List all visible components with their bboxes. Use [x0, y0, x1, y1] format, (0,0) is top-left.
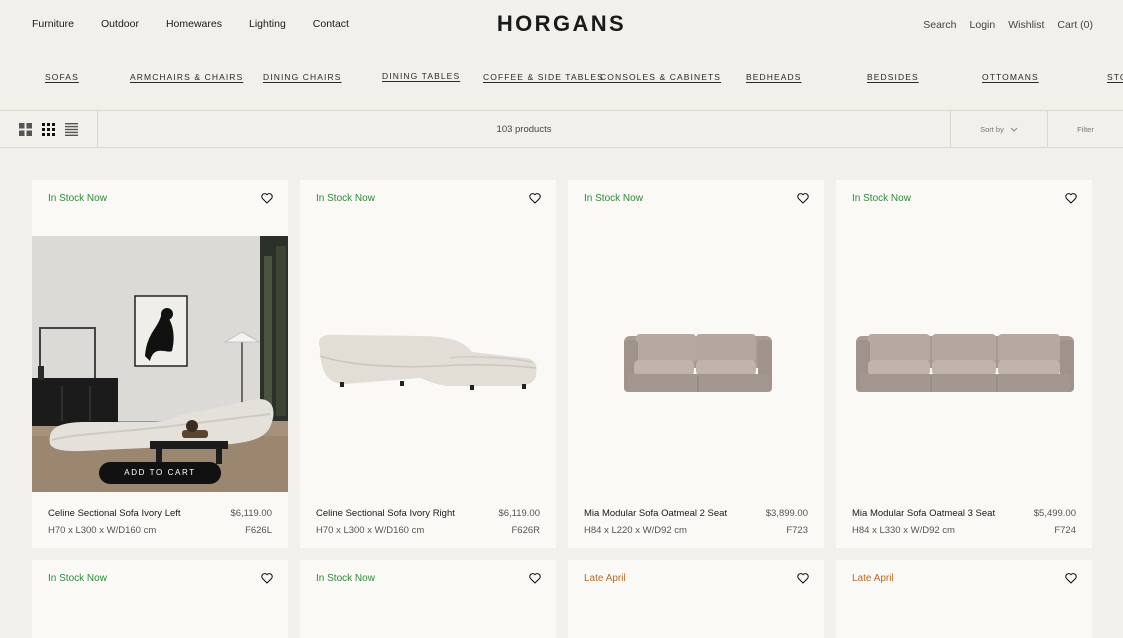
category-dining-chairs[interactable]: DINING CHAIRS: [263, 72, 342, 82]
product-image-lifestyle[interactable]: [32, 236, 288, 492]
product-code: F723: [786, 525, 808, 536]
product-price: $6,119.00: [230, 508, 272, 519]
product-code: F724: [1054, 525, 1076, 536]
product-image[interactable]: [836, 236, 1092, 492]
product-dimensions: H70 x L300 x W/D160 cm: [48, 525, 157, 536]
add-to-cart-button[interactable]: ADD TO CART: [99, 462, 221, 484]
wishlist-heart-icon[interactable]: [528, 571, 542, 585]
product-image[interactable]: [568, 236, 824, 492]
utility-nav: Search Login Wishlist Cart (0): [910, 19, 1093, 31]
product-name[interactable]: Celine Sectional Sofa Ivory Left: [48, 508, 181, 519]
wishlist-heart-icon[interactable]: [1064, 191, 1078, 205]
sort-dropdown[interactable]: Sort by: [950, 111, 1048, 148]
product-card[interactable]: In Stock Now: [300, 560, 556, 638]
list-view-icon[interactable]: [65, 123, 78, 136]
product-code: F626R: [511, 525, 540, 536]
stock-status: In Stock Now: [48, 193, 107, 204]
product-code: F626L: [245, 525, 272, 536]
grid-2-view-icon[interactable]: [19, 123, 32, 136]
wishlist-heart-icon[interactable]: [260, 571, 274, 585]
stock-status: In Stock Now: [316, 193, 375, 204]
product-name[interactable]: Mia Modular Sofa Oatmeal 3 Seat: [852, 508, 995, 519]
product-dimensions: H84 x L330 x W/D92 cm: [852, 525, 955, 536]
category-consoles-cabinets[interactable]: CONSOLES & CABINETS: [600, 72, 721, 82]
search-link[interactable]: Search: [923, 19, 956, 31]
grid-4-view-icon[interactable]: [42, 123, 55, 136]
wishlist-heart-icon[interactable]: [796, 191, 810, 205]
site-header: Furniture Outdoor Homewares Lighting Con…: [0, 0, 1123, 50]
stock-status: Late April: [584, 573, 626, 584]
product-price: $3,899.00: [765, 508, 808, 519]
product-card[interactable]: Late April: [836, 560, 1092, 638]
stock-status: In Stock Now: [316, 573, 375, 584]
wishlist-heart-icon[interactable]: [1064, 571, 1078, 585]
product-card[interactable]: In Stock Now Celine Sectional Sofa Ivory…: [300, 180, 556, 548]
product-dimensions: H84 x L220 x W/D92 cm: [584, 525, 687, 536]
category-ottomans[interactable]: OTTOMANS: [982, 72, 1039, 82]
product-card[interactable]: In Stock Now ADD TO CART Celine Sectiona…: [32, 180, 288, 548]
product-card[interactable]: Late April: [568, 560, 824, 638]
collection-toolbar: 103 products Sort by Filter: [0, 111, 1123, 148]
category-sofas[interactable]: SOFAS: [45, 72, 79, 82]
view-switcher: [0, 111, 98, 148]
category-bedheads[interactable]: BEDHEADS: [746, 72, 802, 82]
stock-status: In Stock Now: [852, 193, 911, 204]
wishlist-heart-icon[interactable]: [796, 571, 810, 585]
product-dimensions: H70 x L300 x W/D160 cm: [316, 525, 425, 536]
product-count: 103 products: [496, 124, 552, 135]
wishlist-heart-icon[interactable]: [260, 191, 274, 205]
category-bedsides[interactable]: BEDSIDES: [867, 72, 919, 82]
category-storage[interactable]: STO: [1107, 72, 1123, 82]
filter-label: Filter: [1077, 125, 1094, 134]
product-card[interactable]: In Stock Now Mia Modular Sofa Oatmeal 3 …: [836, 180, 1092, 548]
product-image[interactable]: [300, 236, 556, 492]
stock-status: Late April: [852, 573, 894, 584]
category-dining-tables[interactable]: DINING TABLES: [382, 71, 460, 81]
stock-status: In Stock Now: [584, 193, 643, 204]
product-price: $6,119.00: [498, 508, 540, 519]
filter-button[interactable]: Filter: [1048, 111, 1123, 148]
product-name[interactable]: Mia Modular Sofa Oatmeal 2 Seat: [584, 508, 727, 519]
login-link[interactable]: Login: [970, 19, 996, 31]
category-nav: SOFAS ARMCHAIRS & CHAIRS DINING CHAIRS D…: [0, 50, 1123, 111]
category-armchairs-chairs[interactable]: ARMCHAIRS & CHAIRS: [130, 72, 243, 82]
product-price: $5,499.00: [1033, 508, 1076, 519]
sort-label: Sort by: [980, 125, 1004, 134]
wishlist-link[interactable]: Wishlist: [1008, 19, 1044, 31]
stock-status: In Stock Now: [48, 573, 107, 584]
product-card[interactable]: In Stock Now Mia Modular Sofa Oatmeal 2 …: [568, 180, 824, 548]
product-name[interactable]: Celine Sectional Sofa Ivory Right: [316, 508, 455, 519]
wishlist-heart-icon[interactable]: [528, 191, 542, 205]
product-card[interactable]: In Stock Now: [32, 560, 288, 638]
cart-link[interactable]: Cart (0): [1057, 19, 1093, 31]
category-coffee-side-tables[interactable]: COFFEE & SIDE TABLES: [483, 72, 604, 82]
chevron-down-icon: [1010, 127, 1018, 132]
